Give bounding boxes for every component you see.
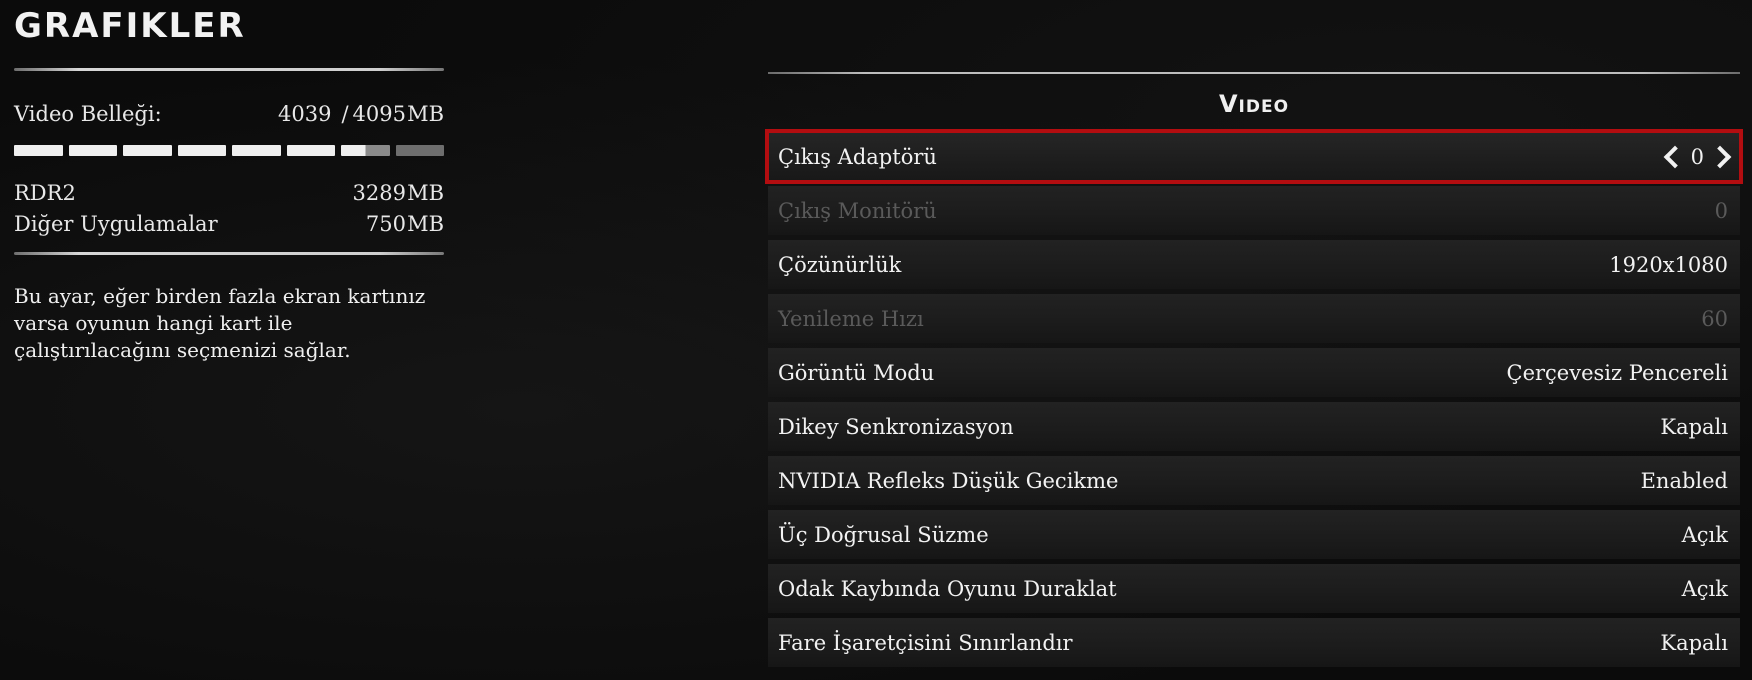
setting-value-group: Açık — [1682, 523, 1728, 547]
setting-row: Çıkış Monitörü 0 — [768, 186, 1740, 235]
memory-item-value: 750 — [365, 212, 406, 236]
video-memory-label: Video Belleği: — [14, 102, 162, 126]
setting-label: Odak Kaybında Oyunu Duraklat — [778, 576, 1117, 601]
setting-value: Kapalı — [1660, 414, 1728, 439]
page-title: GRAFIKLER — [14, 6, 246, 46]
video-memory-unit: MB — [407, 102, 444, 126]
memory-bar-segment — [232, 145, 281, 156]
setting-value: 0 — [1690, 144, 1704, 169]
divider — [14, 252, 444, 255]
memory-bar-segment — [14, 145, 63, 156]
setting-value-group: Kapalı — [1660, 415, 1728, 439]
setting-value-group: Açık — [1682, 577, 1728, 601]
setting-description: Bu ayar, eğer birden fazla ekran kartını… — [14, 284, 426, 362]
setting-value: 0 — [1714, 198, 1728, 223]
divider — [768, 72, 1740, 74]
setting-row[interactable]: Üç Doğrusal Süzme Açık — [768, 510, 1740, 559]
memory-item-rdr2: RDR2 3289 MB — [14, 178, 444, 209]
memory-item-label: RDR2 — [14, 181, 76, 205]
setting-row[interactable]: Dikey Senkronizasyon Kapalı — [768, 402, 1740, 451]
setting-value: Enabled — [1640, 468, 1728, 493]
memory-bar-segment — [286, 145, 335, 156]
info-panel: GRAFIKLER Video Belleği: 4039 / 4095 MB … — [14, 0, 444, 364]
setting-value: Açık — [1681, 522, 1728, 547]
setting-label: Yenileme Hızı — [778, 306, 924, 331]
setting-value: Açık — [1681, 576, 1728, 601]
memory-item-unit: MB — [407, 181, 444, 205]
memory-bar-segment — [177, 145, 226, 156]
setting-label: NVIDIA Refleks Düşük Gecikme — [778, 468, 1119, 493]
setting-label: Üç Doğrusal Süzme — [778, 522, 989, 547]
setting-row[interactable]: Görüntü Modu Çerçevesiz Pencereli — [768, 348, 1740, 397]
setting-row[interactable]: Çıkış Adaptörü 0 — [765, 129, 1743, 184]
memory-item-label: Diğer Uygulamalar — [14, 212, 218, 236]
section-title: Video — [1218, 90, 1290, 118]
setting-row[interactable]: Fare İşaretçisini Sınırlandır Kapalı — [768, 618, 1740, 667]
setting-label: Çıkış Adaptörü — [778, 144, 937, 169]
setting-value-group: 1920x1080 — [1609, 253, 1728, 277]
memory-item-other-apps: Diğer Uygulamalar 750 MB — [14, 209, 444, 240]
memory-item-value: 3289 — [352, 181, 406, 205]
setting-row[interactable]: Odak Kaybında Oyunu Duraklat Açık — [768, 564, 1740, 613]
setting-label: Fare İşaretçisini Sınırlandır — [778, 630, 1073, 655]
memory-breakdown: RDR2 3289 MB Diğer Uygulamalar 750 MB — [14, 178, 444, 240]
setting-value-group: 60 — [1701, 307, 1728, 331]
video-memory-used: 4039 — [278, 102, 332, 126]
setting-value-group: 0 — [1715, 199, 1728, 223]
memory-bar-segment — [123, 145, 172, 156]
video-memory-separator: / — [341, 102, 349, 126]
video-memory-total: 4095 — [352, 102, 406, 126]
setting-label: Çözünürlük — [778, 252, 902, 277]
setting-label: Dikey Senkronizasyon — [778, 414, 1014, 439]
video-memory-summary: Video Belleği: 4039 / 4095 MB — [14, 99, 444, 129]
setting-value: 1920x1080 — [1609, 252, 1728, 277]
setting-value-group: Çerçevesiz Pencereli — [1507, 361, 1728, 385]
memory-bar-segment — [395, 145, 444, 156]
setting-value: Kapalı — [1660, 630, 1728, 655]
chevron-left-icon[interactable] — [1663, 145, 1686, 168]
memory-item-unit: MB — [407, 212, 444, 236]
setting-value: Çerçevesiz Pencereli — [1506, 360, 1728, 385]
setting-value-group: Kapalı — [1660, 631, 1728, 655]
setting-row[interactable]: NVIDIA Refleks Düşük Gecikme Enabled — [768, 456, 1740, 505]
divider — [14, 68, 444, 71]
setting-row: Yenileme Hızı 60 — [768, 294, 1740, 343]
video-memory-bar — [14, 145, 444, 156]
settings-panel: Video Çıkış Adaptörü 0 Çıkış Monitörü 0 Çözü… — [765, 0, 1743, 672]
memory-bar-segment — [341, 145, 390, 156]
setting-value-group: Enabled — [1641, 469, 1728, 493]
setting-label: Görüntü Modu — [778, 360, 935, 385]
setting-row[interactable]: Çözünürlük 1920x1080 — [768, 240, 1740, 289]
setting-value: 60 — [1701, 306, 1728, 331]
memory-bar-segment — [68, 145, 117, 156]
settings-list: Çıkış Adaptörü 0 Çıkış Monitörü 0 Çözünürlük… — [765, 129, 1743, 667]
setting-label: Çıkış Monitörü — [778, 198, 937, 223]
setting-value-group: 0 — [1663, 144, 1732, 169]
chevron-right-icon[interactable] — [1708, 145, 1732, 168]
